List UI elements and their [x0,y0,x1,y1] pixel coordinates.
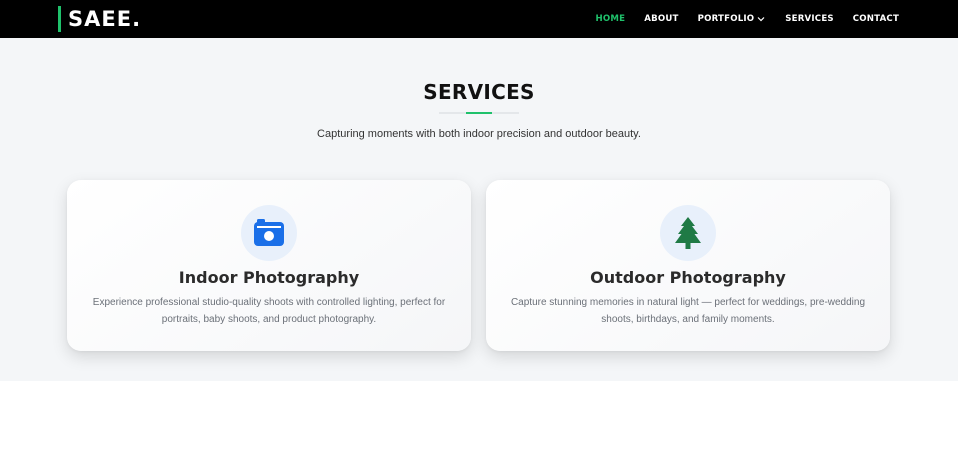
nav-portfolio[interactable]: PORTFOLIO [698,14,767,24]
tree-icon [675,217,701,249]
icon-badge [660,205,716,261]
site-logo[interactable]: SAEE. [58,6,141,32]
nav-services[interactable]: SERVICES [785,14,834,24]
icon-badge [241,205,297,261]
card-title: Outdoor Photography [590,268,786,287]
nav-home[interactable]: HOME [596,14,626,24]
chevron-down-icon [757,17,765,22]
title-underline [439,112,519,114]
nav-contact[interactable]: CONTACT [853,14,899,24]
card-title: Indoor Photography [178,268,360,287]
section-subtitle: Capturing moments with both indoor preci… [317,128,641,140]
top-navbar: SAEE. HOME ABOUT PORTFOLIO SERVICES CONT… [0,0,958,38]
camera-icon [254,219,284,246]
main-nav: HOME ABOUT PORTFOLIO SERVICES CONTACT [577,0,899,38]
nav-about[interactable]: ABOUT [644,14,678,24]
section-title: SERVICES [423,80,535,104]
card-description: Capture stunning memories in natural lig… [510,297,866,325]
service-card-indoor[interactable]: Indoor Photography Experience profession… [67,180,471,351]
card-description: Experience professional studio-quality s… [92,297,446,325]
nav-portfolio-label: PORTFOLIO [697,14,755,24]
service-card-outdoor[interactable]: Outdoor Photography Capture stunning mem… [486,180,890,351]
